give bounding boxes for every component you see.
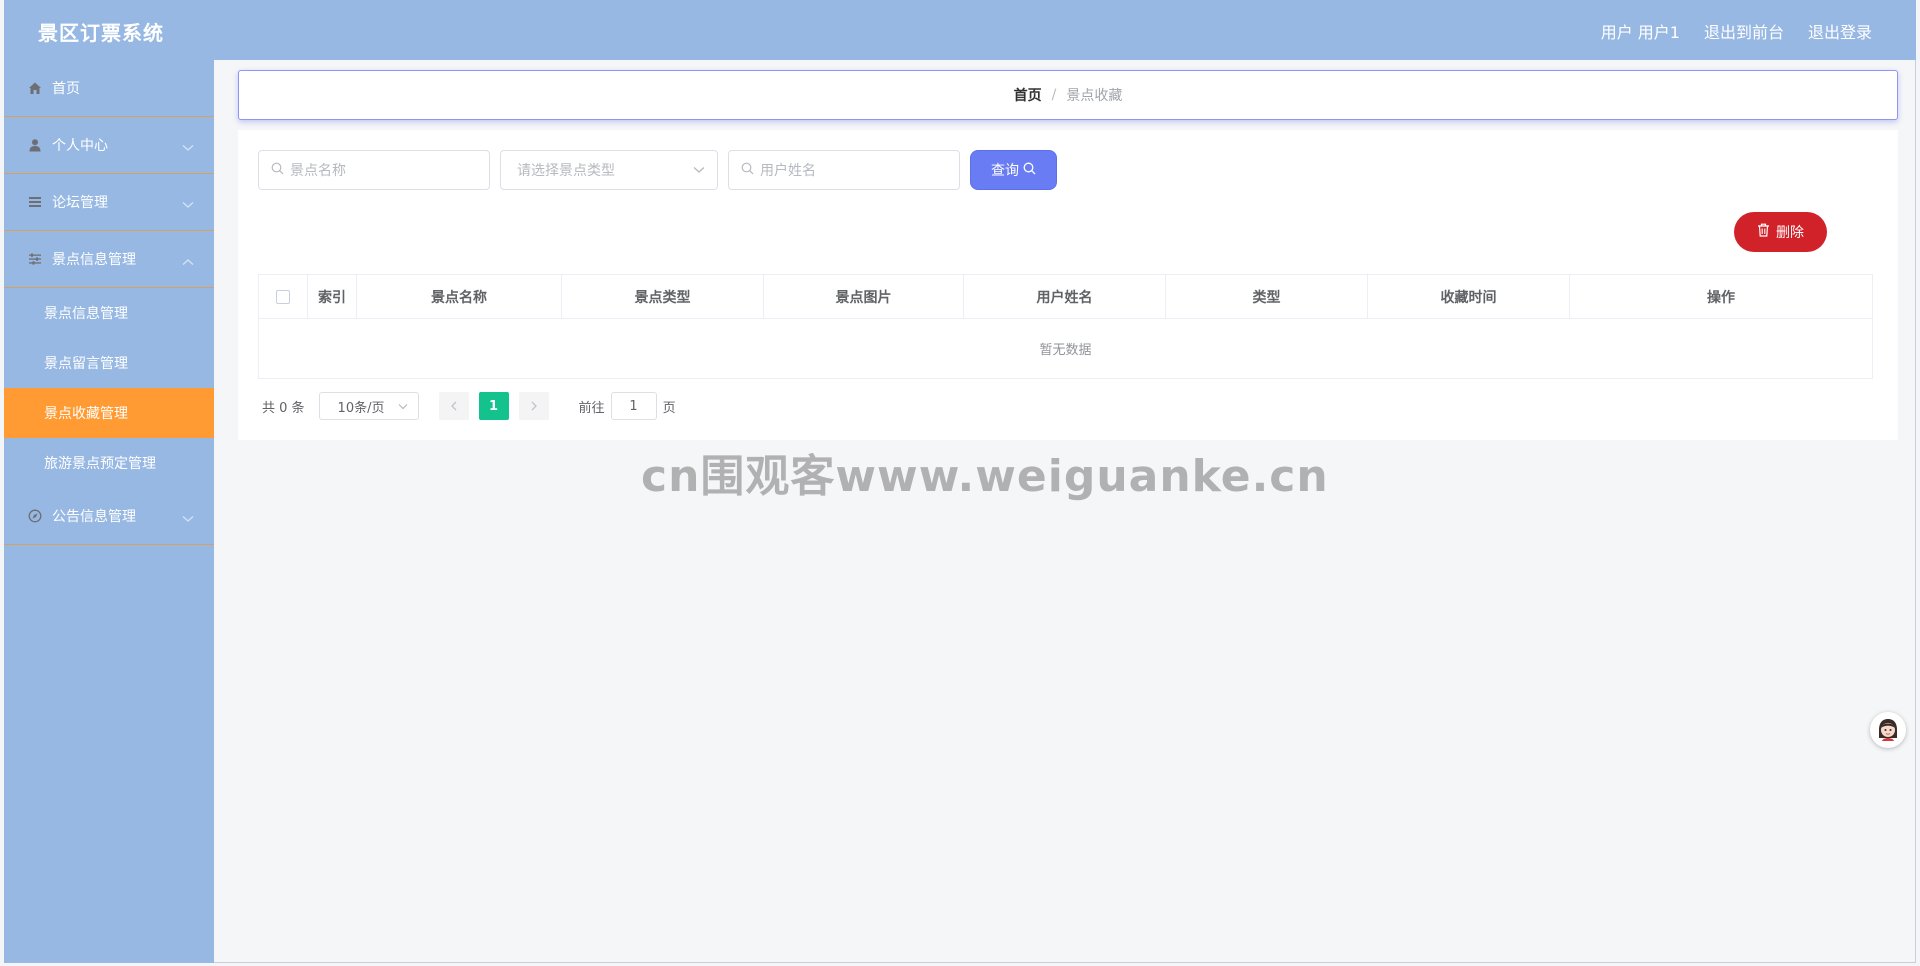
scenic-type-select[interactable]: 请选择景点类型 [500,150,718,190]
sidebar-subitem-scenic-booking[interactable]: 旅游景点预定管理 [4,438,214,488]
column-header: 用户姓名 [964,275,1166,318]
column-header: 景点图片 [764,275,964,318]
logout-link[interactable]: 退出登录 [1808,19,1872,43]
sidebar-subitem-scenic-favorites[interactable]: 景点收藏管理 [4,388,214,438]
page-unit-label: 页 [662,400,676,416]
watermark: cn围观客www.weiguanke.cn [641,451,1329,502]
current-page-number[interactable]: 1 [478,392,509,420]
user-name-placeholder: 用户姓名 [760,163,816,179]
empty-state: 暂无数据 [1039,343,1092,358]
top-links: 用户 用户1 退出到前台 退出登录 [1601,19,1872,43]
sidebar-item-label: 个人中心 [52,138,108,154]
chevron-down-icon [398,399,408,414]
app-title: 景区订票系统 [38,21,164,45]
breadcrumb-current: 景点收藏 [1066,88,1123,104]
chevron-down-icon [182,197,194,213]
sidebar-item-home[interactable]: 首页 [4,60,214,117]
top-bar: 景区订票系统 用户 用户1 退出到前台 退出登录 [4,0,1916,60]
table-header: 索引 景点名称 景点类型 景点图片 用户姓名 类型 收藏时间 操作 [259,275,1872,319]
scenic-type-placeholder: 请选择景点类型 [517,163,615,179]
breadcrumb-separator: / [1051,87,1057,103]
search-icon [271,162,284,179]
sidebar-item-label: 论坛管理 [52,195,108,211]
select-all-checkbox[interactable] [276,289,290,304]
column-header: 操作 [1707,289,1735,306]
sidebar-item-label: 公告信息管理 [52,509,136,525]
user-icon [28,138,42,152]
sidebar-item-scenic-info[interactable]: 景点信息管理 [4,231,214,288]
sidebar-item-personal-center[interactable]: 个人中心 [4,117,214,174]
content-panel: 景点名称 请选择景点类型 用户姓名 查询 删除 索引 景点名称 景点类型 景点图… [238,130,1898,440]
app-window: 景区订票系统 用户 用户1 退出到前台 退出登录 首页 个人中心 论坛管理 景点… [4,0,1916,963]
avatar-icon [1879,719,1897,741]
query-button[interactable]: 查询 [970,150,1057,190]
chevron-down-icon [693,162,705,178]
page-size-value: 10条/页 [337,400,385,416]
delete-button-label: 删除 [1776,225,1804,241]
column-header: 索引 [308,275,357,318]
sidebar-item-label: 景点信息管理 [52,252,136,268]
back-to-front-link[interactable]: 退出到前台 [1704,19,1784,43]
breadcrumb-home[interactable]: 首页 [1014,85,1042,105]
pagination: 共 0 条 10条/页 1 前往 1 页 [262,392,676,420]
column-header: 类型 [1166,275,1368,318]
chevron-down-icon [182,140,194,156]
prev-page-button[interactable] [438,392,469,420]
search-icon [1023,162,1036,179]
sidebar-item-forum[interactable]: 论坛管理 [4,174,214,231]
trash-icon [1757,223,1770,241]
next-page-button[interactable] [518,392,549,420]
user-menu[interactable]: 用户 用户1 [1601,19,1680,43]
search-bar: 景点名称 请选择景点类型 用户姓名 查询 [258,150,1057,190]
sidebar-subitem-scenic-info[interactable]: 景点信息管理 [4,288,214,338]
goto-label: 前往 [578,400,605,416]
user-name-input[interactable]: 用户姓名 [728,150,960,190]
page-jump: 前往 1 页 [579,392,676,420]
sliders-icon [28,252,42,266]
chevron-up-icon [182,254,194,270]
chevron-down-icon [182,511,194,527]
sidebar: 首页 个人中心 论坛管理 景点信息管理 景点信息管理 景点留言管理 景点收藏管理… [4,60,214,963]
favorites-table: 索引 景点名称 景点类型 景点图片 用户姓名 类型 收藏时间 操作 暂无数据 [258,274,1873,379]
list-icon [28,195,42,209]
delete-button[interactable]: 删除 [1734,212,1827,252]
column-header: 收藏时间 [1368,275,1570,318]
compass-icon [28,509,42,523]
sidebar-subitem-scenic-comments[interactable]: 景点留言管理 [4,338,214,388]
select-all-cell [259,275,308,318]
column-header: 景点类型 [562,275,764,318]
query-button-label: 查询 [991,163,1019,179]
assistant-avatar[interactable] [1870,712,1906,748]
page-size-select[interactable]: 10条/页 [318,392,419,420]
sidebar-item-announcements[interactable]: 公告信息管理 [4,488,214,545]
home-icon [28,81,42,95]
main-content: 首页 / 景点收藏 景点名称 请选择景点类型 用户姓名 查询 删除 索引 景点名… [238,70,1898,440]
breadcrumb: 首页 / 景点收藏 [238,70,1898,120]
scenic-name-input[interactable]: 景点名称 [258,150,490,190]
column-header: 景点名称 [357,275,562,318]
goto-page-input[interactable]: 1 [610,392,657,420]
pagination-total: 共 0 条 [262,400,305,416]
search-icon [741,162,754,179]
sidebar-item-label: 首页 [52,81,80,97]
scenic-name-placeholder: 景点名称 [290,163,346,179]
